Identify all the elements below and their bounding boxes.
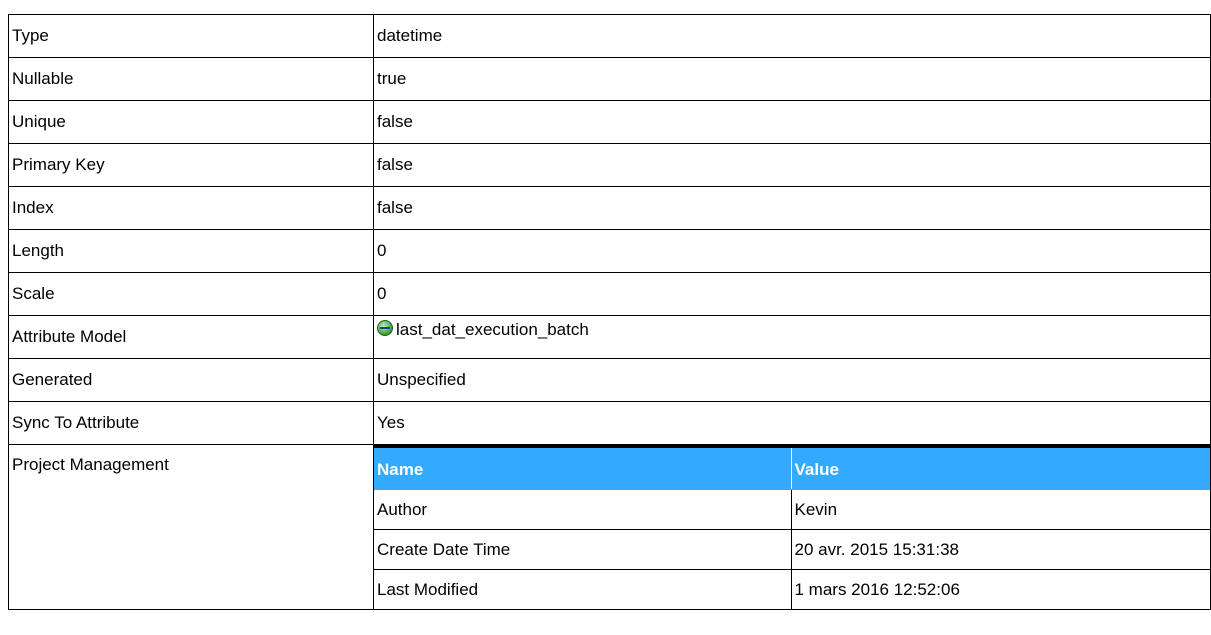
- property-value: last_dat_execution_batch: [373, 315, 1211, 359]
- attribute-icon: [377, 320, 393, 336]
- pm-item-value: 20 avr. 2015 15:31:38: [790, 529, 1210, 570]
- property-value: datetime: [373, 14, 1211, 58]
- property-label: Primary Key: [8, 143, 374, 187]
- property-label: Attribute Model: [8, 315, 374, 359]
- property-row-sync-to-attribute: Sync To Attribute Yes: [8, 401, 1211, 445]
- property-row-type: Type datetime: [8, 14, 1211, 58]
- property-row-scale: Scale 0: [8, 272, 1211, 316]
- property-value: Unspecified: [373, 358, 1211, 402]
- property-label: Scale: [8, 272, 374, 316]
- property-value: Yes: [373, 401, 1211, 445]
- property-label: Index: [8, 186, 374, 230]
- table-row: Last Modified 1 mars 2016 12:52:06: [374, 569, 1210, 609]
- column-header-value: Value: [790, 445, 1210, 490]
- property-row-index: Index false: [8, 186, 1211, 230]
- attribute-model-link[interactable]: last_dat_execution_batch: [377, 320, 589, 339]
- property-label: Project Management: [8, 444, 374, 610]
- property-row-generated: Generated Unspecified: [8, 358, 1211, 402]
- property-label: Nullable: [8, 57, 374, 101]
- property-value: 0: [373, 272, 1211, 316]
- property-label: Sync To Attribute: [8, 401, 374, 445]
- property-label: Length: [8, 229, 374, 273]
- pm-item-value: Kevin: [790, 489, 1210, 530]
- pm-item-value: 1 mars 2016 12:52:06: [790, 569, 1210, 609]
- property-row-unique: Unique false: [8, 100, 1211, 144]
- properties-table: Type datetime Nullable true Unique false…: [8, 14, 1211, 610]
- property-value: true: [373, 57, 1211, 101]
- attribute-model-name[interactable]: last_dat_execution_batch: [396, 320, 589, 339]
- table-row: Author Kevin: [374, 489, 1210, 530]
- property-label: Type: [8, 14, 374, 58]
- column-header-name: Name: [374, 445, 792, 490]
- project-management-cell: Name Value Author Kevin Create Date Time…: [373, 444, 1211, 610]
- property-value: false: [373, 143, 1211, 187]
- pm-item-name: Create Date Time: [374, 529, 792, 570]
- table-row: Create Date Time 20 avr. 2015 15:31:38: [374, 529, 1210, 570]
- property-row-project-management: Project Management Name Value Author Kev…: [8, 444, 1211, 610]
- property-row-length: Length 0: [8, 229, 1211, 273]
- property-value: false: [373, 100, 1211, 144]
- property-label: Generated: [8, 358, 374, 402]
- property-row-attribute-model: Attribute Model last_dat_execution_batch: [8, 315, 1211, 359]
- pm-item-name: Last Modified: [374, 569, 792, 609]
- project-management-table: Name Value Author Kevin Create Date Time…: [374, 445, 1210, 609]
- pm-item-name: Author: [374, 489, 792, 530]
- property-value: false: [373, 186, 1211, 230]
- property-label: Unique: [8, 100, 374, 144]
- project-management-header-row: Name Value: [374, 445, 1210, 490]
- property-value: 0: [373, 229, 1211, 273]
- property-row-primary-key: Primary Key false: [8, 143, 1211, 187]
- property-row-nullable: Nullable true: [8, 57, 1211, 101]
